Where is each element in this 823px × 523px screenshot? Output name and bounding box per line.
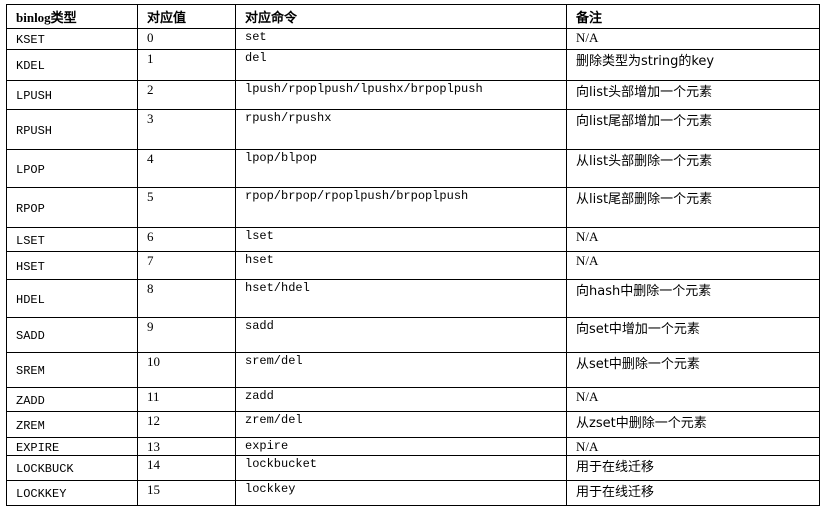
cell-value: 10	[137, 352, 236, 388]
cell-binlog-type: SREM	[6, 352, 138, 388]
cell-value: 12	[137, 411, 236, 438]
table-row: ZADD 11 zadd N/A	[6, 387, 820, 412]
binlog-type-table: binlog类型 对应值 对应命令 备注 KSET 0 set N/A KDEL 1 del…	[6, 4, 820, 506]
header-command: 对应命令	[235, 4, 567, 29]
cell-note: N/A	[566, 227, 820, 252]
table-row: LPUSH 2 lpush/rpoplpush/lpushx/brpoplpush 向…	[6, 80, 820, 110]
table-row: SREM 10 srem/del 从set中删除一个元素	[6, 352, 820, 388]
table-row: RPOP 5 rpop/brpop/rpoplpush/brpoplpush 从lis…	[6, 187, 820, 228]
cell-note: 向set中增加一个元素	[566, 317, 820, 353]
cell-binlog-type: EXPIRE	[6, 437, 138, 456]
cell-binlog-type: ZADD	[6, 387, 138, 412]
cell-command: set	[235, 28, 567, 50]
table-row: KDEL 1 del 删除类型为string的key	[6, 49, 820, 81]
cell-note: 向list头部增加一个元素	[566, 80, 820, 110]
cell-binlog-type: LPOP	[6, 149, 138, 188]
cell-value: 3	[137, 109, 236, 150]
table-row: LPOP 4 lpop/blpop 从list头部删除一个元素	[6, 149, 820, 188]
cell-binlog-type: RPUSH	[6, 109, 138, 150]
cell-binlog-type: LPUSH	[6, 80, 138, 110]
cell-note: N/A	[566, 437, 820, 456]
cell-value: 5	[137, 187, 236, 228]
cell-binlog-type: HSET	[6, 251, 138, 280]
cell-note: 删除类型为string的key	[566, 49, 820, 81]
cell-binlog-type: HDEL	[6, 279, 138, 318]
cell-value: 4	[137, 149, 236, 188]
cell-command: lset	[235, 227, 567, 252]
header-note: 备注	[566, 4, 820, 29]
cell-note: 用于在线迁移	[566, 455, 820, 481]
cell-note: 向hash中删除一个元素	[566, 279, 820, 318]
cell-command: hset/hdel	[235, 279, 567, 318]
cell-binlog-type: ZREM	[6, 411, 138, 438]
cell-binlog-type: KSET	[6, 28, 138, 50]
cell-note: 从list尾部删除一个元素	[566, 187, 820, 228]
table-row: LOCKBUCK 14 lockbucket 用于在线迁移	[6, 455, 820, 481]
cell-command: del	[235, 49, 567, 81]
cell-command: lockkey	[235, 480, 567, 506]
cell-note: N/A	[566, 251, 820, 280]
cell-binlog-type: LOCKBUCK	[6, 455, 138, 481]
cell-binlog-type: LOCKKEY	[6, 480, 138, 506]
cell-command: hset	[235, 251, 567, 280]
table-row: RPUSH 3 rpush/rpushx 向list尾部增加一个元素	[6, 109, 820, 150]
cell-value: 8	[137, 279, 236, 318]
cell-note: 向list尾部增加一个元素	[566, 109, 820, 150]
cell-command: lockbucket	[235, 455, 567, 481]
cell-value: 0	[137, 28, 236, 50]
table-row: KSET 0 set N/A	[6, 28, 820, 50]
cell-value: 14	[137, 455, 236, 481]
cell-note: 从list头部删除一个元素	[566, 149, 820, 188]
cell-binlog-type: RPOP	[6, 187, 138, 228]
cell-value: 9	[137, 317, 236, 353]
cell-command: rpush/rpushx	[235, 109, 567, 150]
header-value: 对应值	[137, 4, 236, 29]
cell-command: zadd	[235, 387, 567, 412]
cell-value: 2	[137, 80, 236, 110]
cell-command: rpop/brpop/rpoplpush/brpoplpush	[235, 187, 567, 228]
header-binlog-type: binlog类型	[6, 4, 138, 29]
cell-note: 用于在线迁移	[566, 480, 820, 506]
cell-note: 从set中删除一个元素	[566, 352, 820, 388]
cell-command: lpush/rpoplpush/lpushx/brpoplpush	[235, 80, 567, 110]
cell-value: 6	[137, 227, 236, 252]
cell-command: sadd	[235, 317, 567, 353]
cell-value: 1	[137, 49, 236, 81]
cell-note: N/A	[566, 28, 820, 50]
cell-command: zrem/del	[235, 411, 567, 438]
table-row: SADD 9 sadd 向set中增加一个元素	[6, 317, 820, 353]
table-row: HDEL 8 hset/hdel 向hash中删除一个元素	[6, 279, 820, 318]
table-row: ZREM 12 zrem/del 从zset中删除一个元素	[6, 411, 820, 438]
cell-command: srem/del	[235, 352, 567, 388]
cell-note: N/A	[566, 387, 820, 412]
table-row: HSET 7 hset N/A	[6, 251, 820, 280]
cell-command: expire	[235, 437, 567, 456]
cell-note: 从zset中删除一个元素	[566, 411, 820, 438]
table-row: LSET 6 lset N/A	[6, 227, 820, 252]
cell-value: 7	[137, 251, 236, 280]
cell-value: 13	[137, 437, 236, 456]
cell-value: 15	[137, 480, 236, 506]
header-row: binlog类型 对应值 对应命令 备注	[6, 4, 820, 29]
cell-binlog-type: LSET	[6, 227, 138, 252]
table-row: LOCKKEY 15 lockkey 用于在线迁移	[6, 480, 820, 506]
cell-value: 11	[137, 387, 236, 412]
cell-binlog-type: SADD	[6, 317, 138, 353]
table-row: EXPIRE 13 expire N/A	[6, 437, 820, 456]
cell-binlog-type: KDEL	[6, 49, 138, 81]
cell-command: lpop/blpop	[235, 149, 567, 188]
